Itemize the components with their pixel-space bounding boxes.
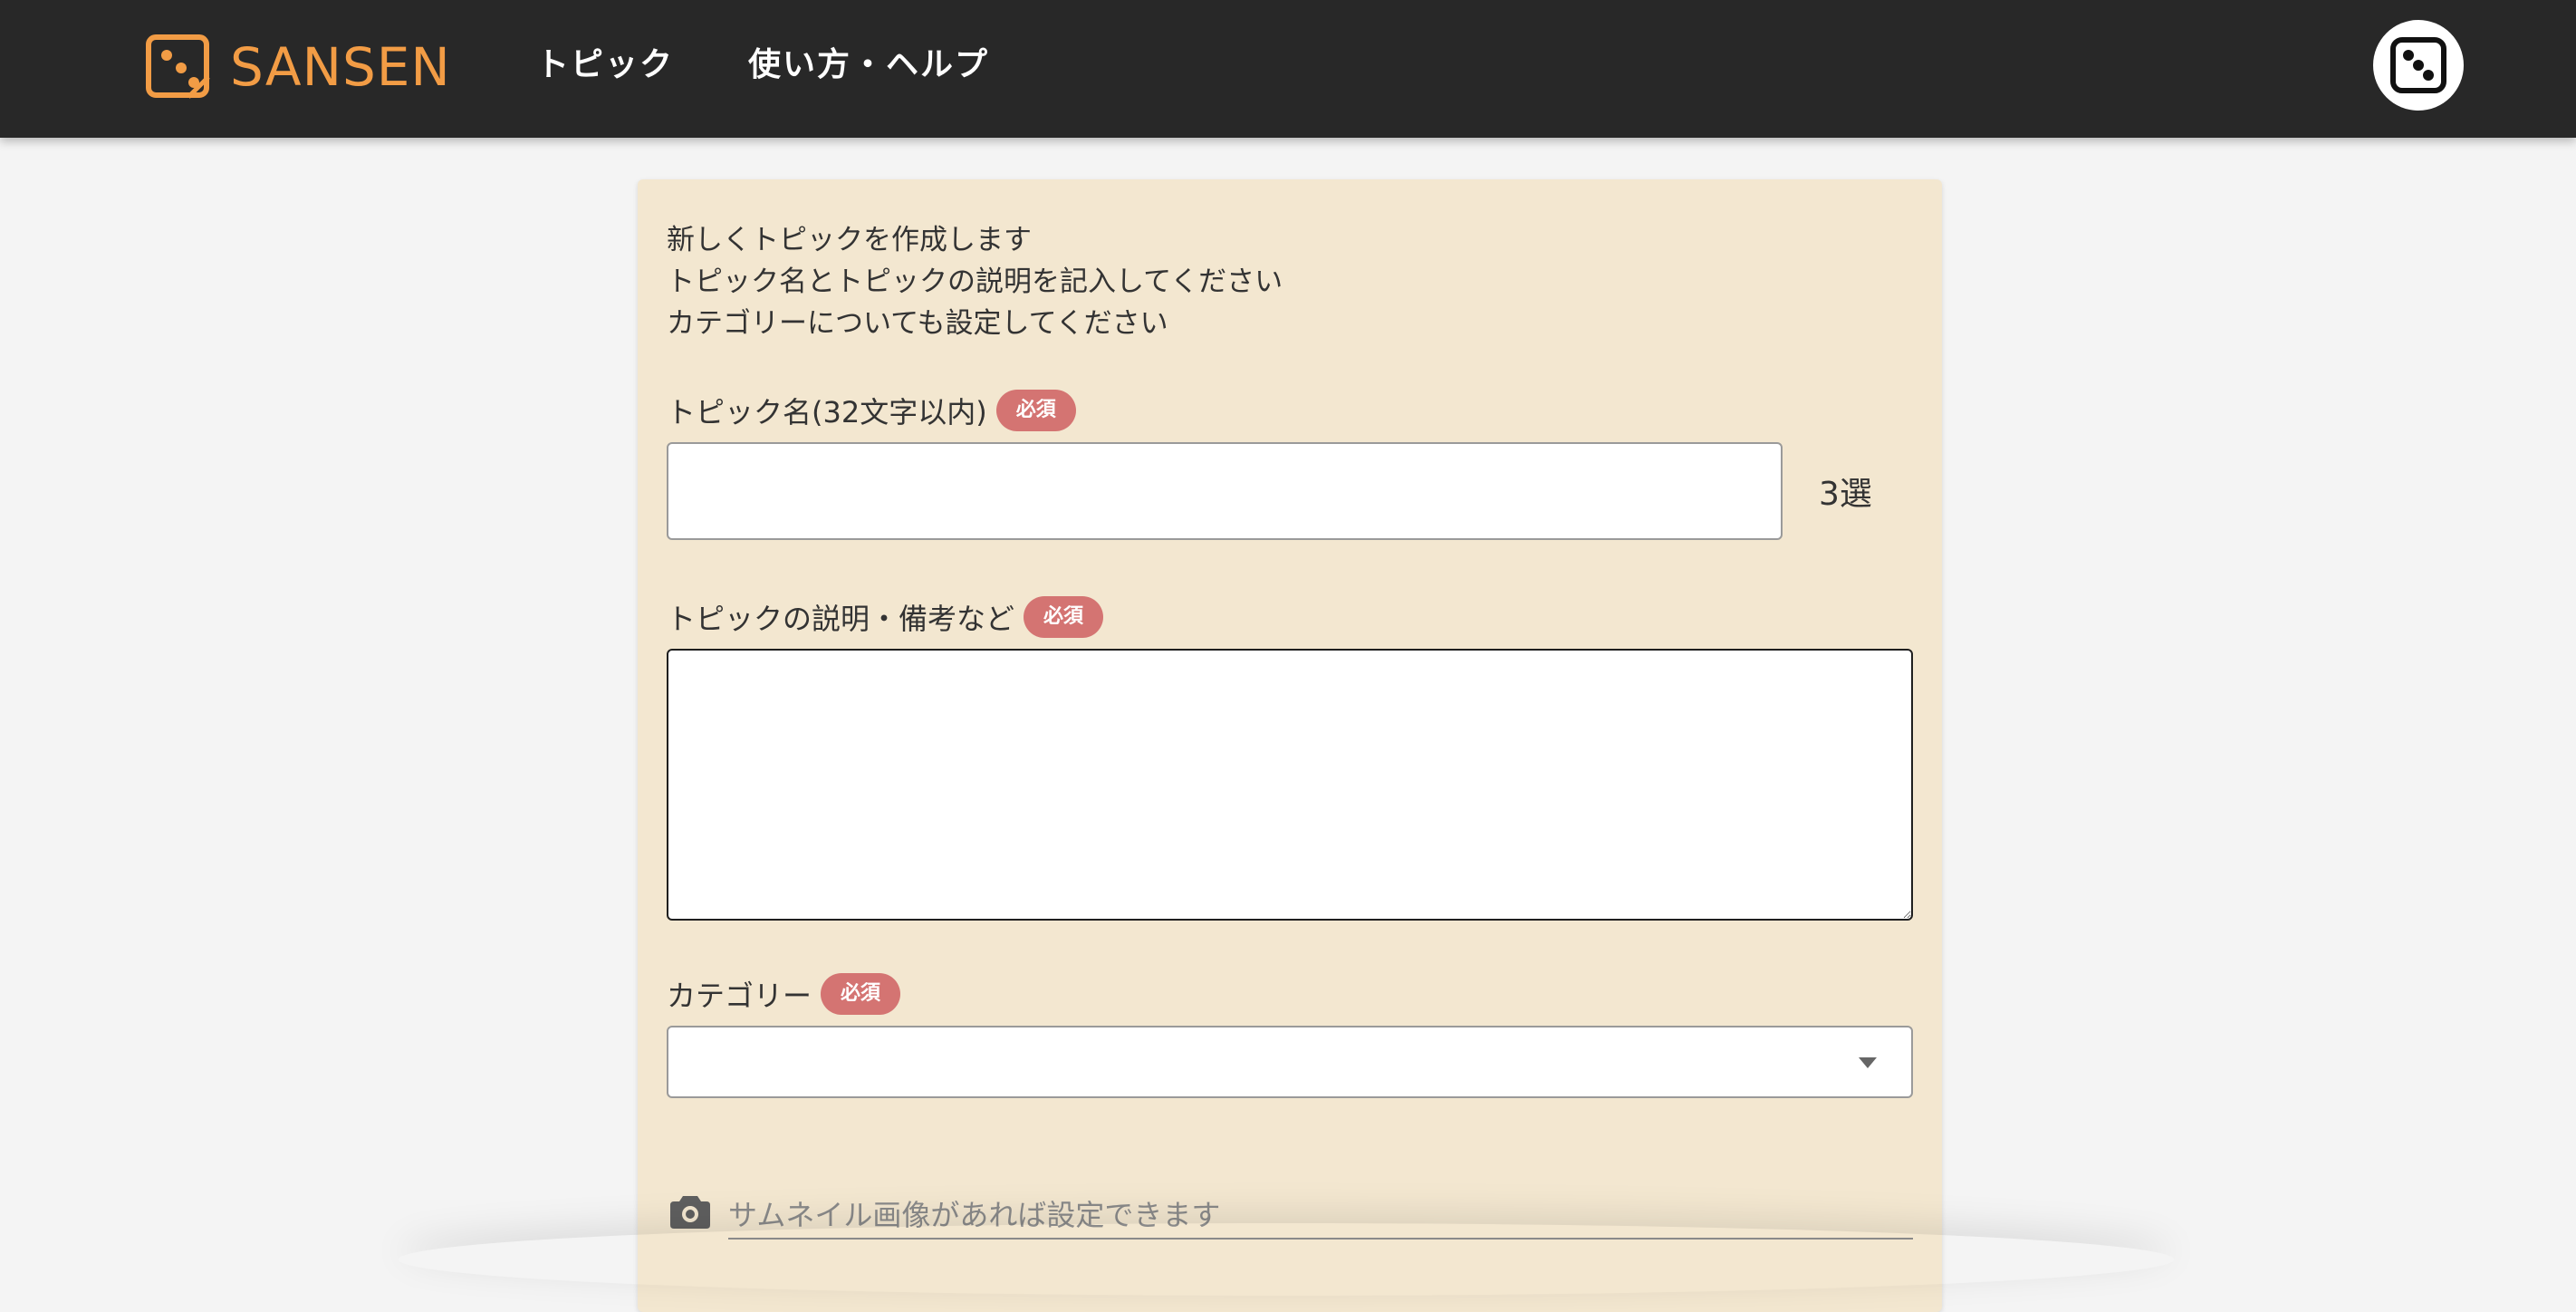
category-label: カテゴリー (667, 979, 812, 1013)
required-badge: 必須 (1024, 596, 1104, 638)
required-badge: 必須 (995, 390, 1076, 431)
topic-description-label: トピックの説明・備考など (667, 602, 1015, 636)
brand-logo-link[interactable]: SANSEN (145, 33, 451, 101)
main-nav: トピック 使い方・ヘルプ (536, 40, 989, 91)
required-badge: 必須 (821, 973, 901, 1015)
form-intro: 新しくトピックを作成します トピック名とトピックの説明を記入してください カテゴ… (667, 219, 1283, 344)
nav-help[interactable]: 使い方・ヘルプ (748, 40, 989, 91)
topic-name-input[interactable] (667, 442, 1783, 540)
topic-description-textarea[interactable] (667, 649, 1913, 921)
camera-icon[interactable] (670, 1192, 710, 1229)
app-header: SANSEN トピック 使い方・ヘルプ (0, 0, 2576, 138)
user-avatar[interactable] (2373, 20, 2464, 111)
topic-name-label-row: トピック名(32文字以内) 必須 (667, 390, 1076, 431)
category-select[interactable] (667, 1026, 1913, 1098)
intro-line-2: トピック名とトピックの説明を記入してください (667, 265, 1283, 298)
dice-avatar-icon (2390, 37, 2446, 93)
brand-name: SANSEN (230, 36, 451, 98)
topic-description-label-row: トピックの説明・備考など 必須 (667, 596, 1104, 638)
intro-line-1: 新しくトピックを作成します (667, 224, 1032, 256)
category-label-row: カテゴリー 必須 (667, 973, 901, 1015)
chevron-down-icon (1859, 1057, 1877, 1068)
topic-name-label: トピック名(32文字以内) (667, 395, 987, 429)
create-topic-form: 新しくトピックを作成します トピック名とトピックの説明を記入してください カテゴ… (638, 179, 1942, 1312)
topic-name-counter: 3選 (1819, 476, 1872, 513)
bottom-shadow (399, 1223, 2174, 1296)
nav-topics[interactable]: トピック (536, 40, 674, 91)
intro-line-3: カテゴリーについても設定してください (667, 307, 1168, 340)
dice-logo-icon (146, 34, 210, 99)
